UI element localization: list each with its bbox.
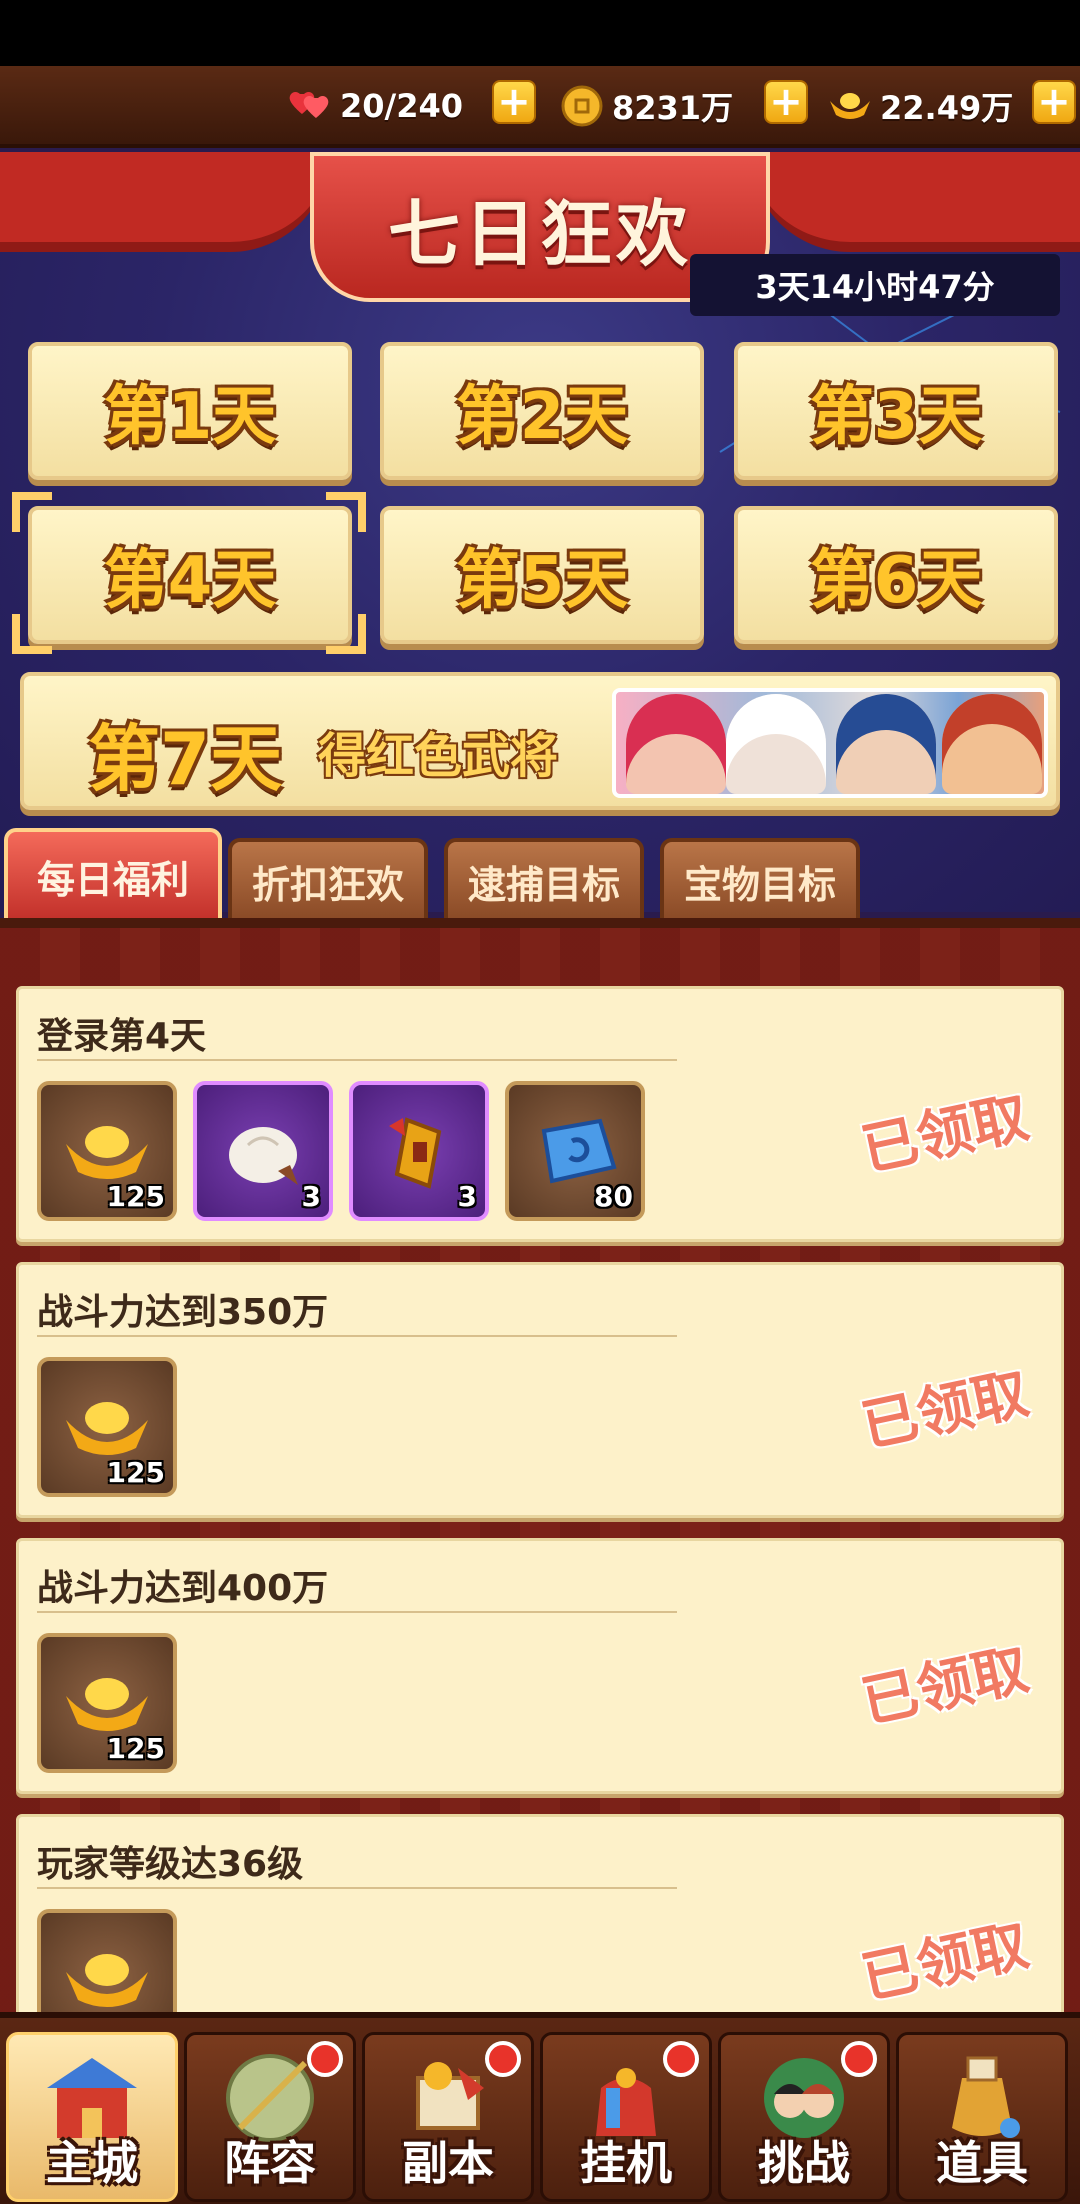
tab-bar: 每日福利 折扣狂欢 逮捕目标 宝物目标 [0, 826, 1080, 922]
reward-item[interactable]: 125 [37, 1081, 177, 1221]
notification-dot [307, 2041, 343, 2077]
hero-face [726, 694, 826, 794]
coin-resource: 8231万 [560, 78, 733, 134]
selection-corner [12, 492, 52, 532]
event-title: 七日狂欢 [387, 191, 692, 276]
day-label: 第1天 [103, 380, 277, 454]
task-title: 战斗力达到350万 [37, 1292, 329, 1333]
divider [37, 1887, 677, 1889]
nav-idle[interactable]: 挂机 [540, 2032, 712, 2202]
claimed-stamp: 已领取 [856, 1084, 1034, 1184]
hero-face [626, 694, 726, 794]
add-ingot-button[interactable]: + [1032, 80, 1076, 124]
curtain-left [0, 152, 330, 252]
task-row: 战斗力达到350万 125 已领取 [16, 1262, 1064, 1518]
nav-label: 挂机 [580, 2136, 672, 2190]
selection-corner [326, 492, 366, 532]
hearts-icon [288, 84, 332, 128]
notification-dot [485, 2041, 521, 2077]
nav-challenge[interactable]: 挑战 [718, 2032, 890, 2202]
claimed-stamp: 已领取 [856, 1360, 1034, 1460]
stamina-value: 20/240 [340, 87, 464, 125]
day-5-button[interactable]: 第5天 [380, 506, 704, 644]
divider [37, 1059, 677, 1061]
nav-label: 阵容 [224, 2136, 316, 2190]
nav-dungeon[interactable]: 副本 [362, 2032, 534, 2202]
day-1-button[interactable]: 第1天 [28, 342, 352, 480]
day-label: 第5天 [455, 544, 629, 618]
reward-count: 80 [594, 1180, 633, 1213]
task-row: 战斗力达到400万 125 已领取 [16, 1538, 1064, 1794]
day-6-button[interactable]: 第6天 [734, 506, 1058, 644]
stamina-resource: 20/240 [288, 78, 463, 134]
ingot-icon [828, 84, 872, 128]
day-4-button[interactable]: 第4天 [28, 506, 352, 644]
day-label: 第4天 [103, 544, 277, 618]
day-7-reward-desc: 得红色武将 [318, 728, 559, 784]
coin-icon [560, 84, 604, 128]
hero-face [836, 694, 936, 794]
claimed-stamp: 已领取 [856, 1636, 1034, 1736]
divider [37, 1335, 677, 1337]
add-stamina-button[interactable]: + [492, 80, 536, 124]
reward-count: 125 [106, 1456, 165, 1489]
heroes-portrait [612, 688, 1048, 798]
gold-ingot-icon [41, 1913, 173, 2012]
nav-label: 道具 [936, 2136, 1028, 2190]
ingot-value: 22.49万 [880, 89, 1014, 127]
day-7-label: 第7天 [88, 717, 283, 801]
reward-count: 3 [301, 1180, 321, 1213]
day-label: 第3天 [809, 380, 983, 454]
task-list[interactable]: 登录第4天 125 3 3 80 已领取 战斗力达到350万 125 已领取 战… [0, 918, 1080, 2012]
coin-value: 8231万 [612, 89, 734, 127]
reward-item[interactable]: 125 [37, 1357, 177, 1497]
day-label: 第6天 [809, 544, 983, 618]
curtain-right [750, 152, 1080, 252]
reward-item[interactable]: 125 [37, 1633, 177, 1773]
bottom-nav: 主城 阵容 副本 挂机 挑战 道具 [0, 2012, 1080, 2204]
selection-corner [326, 614, 366, 654]
event-panel: 七日狂欢 3天14小时47分 第1天 第2天 第3天 第4天 第5天 第6天 第… [0, 152, 1080, 912]
nav-main-city[interactable]: 主城 [6, 2032, 178, 2202]
claimed-stamp: 已领取 [856, 1912, 1034, 2012]
reward-item[interactable]: 3 [349, 1081, 489, 1221]
reward-count: 125 [106, 1732, 165, 1765]
nav-label: 主城 [46, 2136, 138, 2190]
nav-items[interactable]: 道具 [896, 2032, 1068, 2202]
tab-arrest-target[interactable]: 逮捕目标 [444, 838, 644, 920]
selection-corner [12, 614, 52, 654]
tab-treasure-target[interactable]: 宝物目标 [660, 838, 860, 920]
status-bar [0, 0, 1080, 66]
nav-label: 挑战 [758, 2136, 850, 2190]
notification-dot [841, 2041, 877, 2077]
ingot-resource: 22.49万 [828, 78, 1013, 134]
reward-item[interactable] [37, 1909, 177, 2012]
day-label: 第2天 [455, 380, 629, 454]
reward-item[interactable]: 3 [193, 1081, 333, 1221]
add-coin-button[interactable]: + [764, 80, 808, 124]
task-row: 玩家等级达36级 已领取 [16, 1814, 1064, 2012]
reward-count: 125 [106, 1180, 165, 1213]
notification-dot [663, 2041, 699, 2077]
day-3-button[interactable]: 第3天 [734, 342, 1058, 480]
tab-discount[interactable]: 折扣狂欢 [228, 838, 428, 920]
nav-label: 副本 [402, 2136, 494, 2190]
task-title: 战斗力达到400万 [37, 1568, 329, 1609]
hero-face [942, 694, 1042, 794]
tab-daily-welfare[interactable]: 每日福利 [4, 828, 222, 920]
task-title: 登录第4天 [37, 1016, 207, 1057]
day-2-button[interactable]: 第2天 [380, 342, 704, 480]
reward-item[interactable]: 80 [505, 1081, 645, 1221]
divider [37, 1611, 677, 1613]
day-7-button[interactable]: 第7天 得红色武将 [20, 672, 1060, 810]
event-timer: 3天14小时47分 [690, 254, 1060, 316]
task-title: 玩家等级达36级 [37, 1844, 304, 1885]
nav-lineup[interactable]: 阵容 [184, 2032, 356, 2202]
task-row: 登录第4天 125 3 3 80 已领取 [16, 986, 1064, 1242]
reward-count: 3 [457, 1180, 477, 1213]
